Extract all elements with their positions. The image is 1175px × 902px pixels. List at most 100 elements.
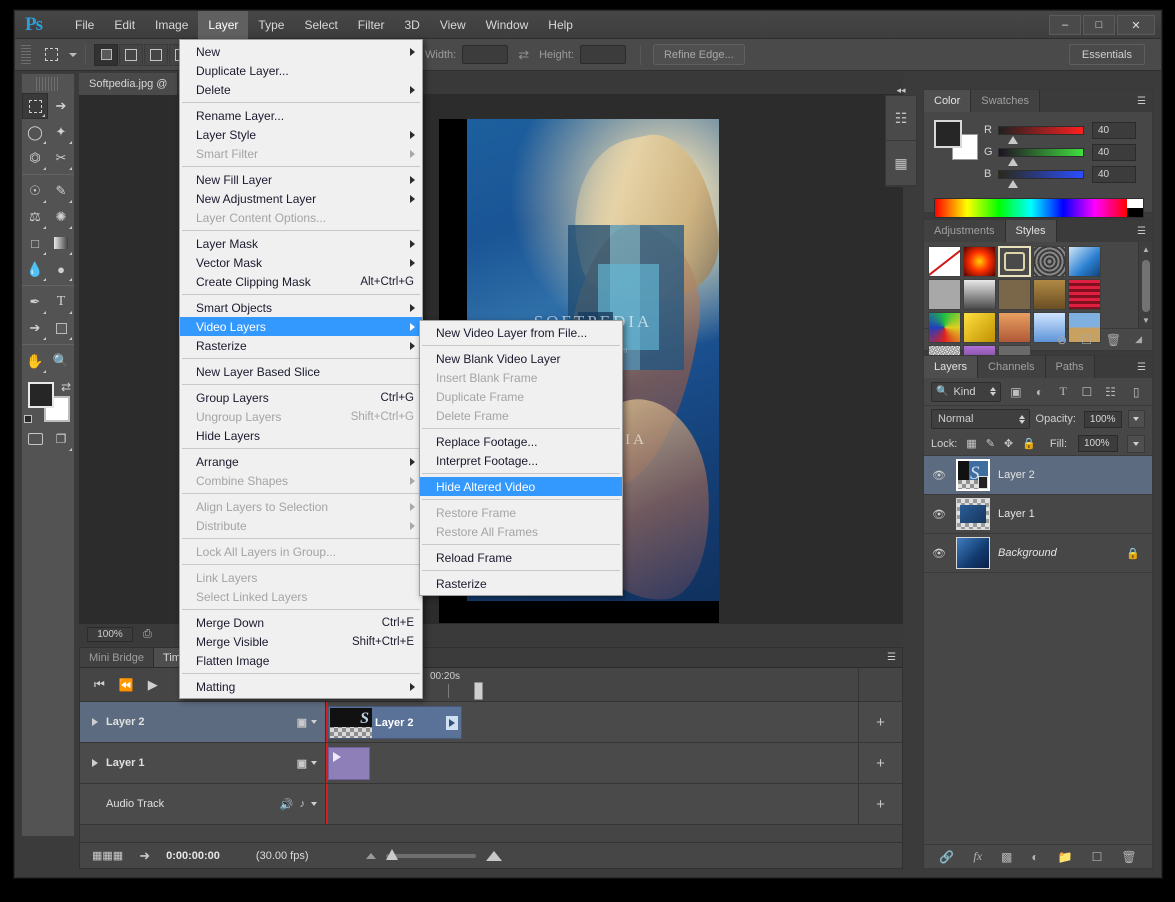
menu-window[interactable]: Window xyxy=(476,11,539,39)
menu-help[interactable]: Help xyxy=(538,11,583,39)
timeline-track[interactable] xyxy=(326,784,858,824)
layer-menu-item-rename-layer[interactable]: Rename Layer... xyxy=(180,106,422,125)
convert-to-frame-animation-icon[interactable]: ▦▦▦ xyxy=(92,849,123,862)
timeline-track[interactable]: S Layer 2 xyxy=(326,702,858,742)
styles-scrollbar[interactable]: ▲ ▼ xyxy=(1138,242,1152,328)
layer-name[interactable]: Layer 2 xyxy=(998,469,1035,481)
height-input[interactable] xyxy=(579,45,626,64)
menu-edit[interactable]: Edit xyxy=(104,11,145,39)
new-style-icon[interactable]: ☐ xyxy=(1081,333,1092,347)
menu-file[interactable]: File xyxy=(65,11,104,39)
timeline-zoom-slider[interactable] xyxy=(366,848,502,861)
zoom-tool[interactable]: 🔍 xyxy=(48,348,74,374)
tab-channels[interactable]: Channels xyxy=(978,356,1046,378)
timeline-row-layer-1[interactable]: Layer 1 ▣ + xyxy=(80,743,902,784)
menu-layer[interactable]: Layer xyxy=(198,11,249,39)
hand-tool[interactable]: ✋ xyxy=(22,348,48,374)
expand-track-chevron-icon[interactable] xyxy=(92,718,98,726)
style-swatch-none[interactable] xyxy=(928,246,961,277)
add-media-button[interactable]: + xyxy=(858,743,902,783)
adjustment-filter-icon[interactable]: ◐ xyxy=(1031,382,1049,402)
track-menu-chevron-down-icon[interactable] xyxy=(311,761,317,765)
opacity-input[interactable]: 100% xyxy=(1083,410,1122,428)
delete-layer-icon[interactable]: 🗑 xyxy=(1121,850,1136,864)
dodge-tool[interactable]: ● xyxy=(48,256,74,282)
layer-row-layer-1[interactable]: 👁 Layer 1 xyxy=(924,495,1152,534)
spot-healing-brush-tool[interactable]: ☉ xyxy=(22,178,48,204)
fill-input[interactable]: 100% xyxy=(1078,435,1118,452)
rectangular-marquee-tool-icon[interactable] xyxy=(39,44,63,66)
layer-menu-item-duplicate-layer[interactable]: Duplicate Layer... xyxy=(180,61,422,80)
lock-image-pixels-icon[interactable]: ✎ xyxy=(986,437,995,450)
blank-video-clip[interactable] xyxy=(328,747,370,780)
clear-style-icon[interactable]: ⊘ xyxy=(1057,333,1067,347)
history-panel-icon[interactable]: ☷ xyxy=(886,96,916,141)
document-info-icon[interactable]: ⎙ xyxy=(143,628,152,641)
previous-frame-icon[interactable]: ⏪ xyxy=(119,678,134,692)
style-swatch[interactable] xyxy=(998,279,1031,310)
layer-menu-item-rasterize[interactable]: Rasterize xyxy=(180,336,422,355)
edit-in-quick-mask-mode-icon[interactable] xyxy=(22,426,48,452)
delete-style-icon[interactable]: 🗑 xyxy=(1106,333,1121,347)
timeline-track-name[interactable]: Audio Track 🔊 ♪ xyxy=(80,784,326,824)
eyedropper-tool[interactable]: ✂ xyxy=(48,145,74,171)
move-tool[interactable]: ➔ xyxy=(48,93,74,119)
layer-thumbnail[interactable] xyxy=(956,537,990,569)
menu-image[interactable]: Image xyxy=(145,11,198,39)
menu-type[interactable]: Type xyxy=(248,11,294,39)
blue-value-input[interactable]: 40 xyxy=(1092,165,1136,183)
foreground-color-swatch[interactable] xyxy=(934,120,962,148)
path-selection-tool[interactable]: ➔ xyxy=(22,315,48,341)
play-icon[interactable]: ▶ xyxy=(148,677,158,693)
expand-track-chevron-icon[interactable] xyxy=(92,759,98,767)
zoom-in-timeline-icon[interactable] xyxy=(486,850,502,861)
pixel-filter-icon[interactable]: ▣ xyxy=(1007,382,1025,402)
tools-panel-grip[interactable] xyxy=(36,77,60,91)
layer-mask-icon[interactable]: ▩ xyxy=(1001,850,1012,864)
style-swatch[interactable] xyxy=(963,312,996,343)
lock-transparent-pixels-icon[interactable]: ▦ xyxy=(966,437,976,450)
timeline-track-name[interactable]: Layer 2 ▣ xyxy=(80,702,326,742)
style-swatch[interactable] xyxy=(1068,279,1101,310)
video-track-icon[interactable]: ▣ xyxy=(297,757,307,770)
layer-visibility-eye-icon[interactable]: 👁 xyxy=(930,547,948,560)
style-swatch[interactable] xyxy=(1033,279,1066,310)
video-submenu-item-replace-footage[interactable]: Replace Footage... xyxy=(420,432,622,451)
tool-preset-chevron-down-icon[interactable] xyxy=(69,52,77,57)
close-button[interactable]: ✕ xyxy=(1117,15,1155,35)
fill-chevron-down-icon[interactable] xyxy=(1127,434,1145,453)
style-swatch[interactable] xyxy=(963,279,996,310)
3d-panel-icon[interactable]: ▦ xyxy=(886,141,916,186)
lock-position-icon[interactable]: ✥ xyxy=(1004,437,1013,450)
new-selection-button[interactable] xyxy=(94,43,118,66)
add-media-button[interactable]: + xyxy=(858,702,902,742)
swap-colors-icon[interactable]: ⇄ xyxy=(61,380,71,394)
menu-view[interactable]: View xyxy=(430,11,476,39)
layer-name[interactable]: Layer 1 xyxy=(998,508,1035,520)
layer-name[interactable]: Background xyxy=(998,547,1057,559)
layer-menu-item-smart-objects[interactable]: Smart Objects xyxy=(180,298,422,317)
style-swatch[interactable] xyxy=(1033,246,1066,277)
blend-mode-select[interactable]: Normal xyxy=(931,409,1030,429)
tab-swatches[interactable]: Swatches xyxy=(971,90,1040,112)
color-panel-menu-icon[interactable]: ☰ xyxy=(1137,90,1152,112)
layer-menu-item-merge-down[interactable]: Merge Down Ctrl+E xyxy=(180,613,422,632)
history-brush-tool[interactable]: ✺ xyxy=(48,204,74,230)
layer-menu-item-video-layers[interactable]: Video Layers xyxy=(180,317,422,336)
layer-thumbnail[interactable] xyxy=(956,498,990,530)
style-swatch[interactable] xyxy=(998,312,1031,343)
style-swatch[interactable] xyxy=(963,246,996,277)
video-submenu-item-interpret-footage[interactable]: Interpret Footage... xyxy=(420,451,622,470)
layer-menu-item-layer-style[interactable]: Layer Style xyxy=(180,125,422,144)
default-colors-icon[interactable] xyxy=(24,414,35,425)
timeline-track-name[interactable]: Layer 1 ▣ xyxy=(80,743,326,783)
red-slider[interactable] xyxy=(998,125,1084,144)
layer-menu-item-hide-layers[interactable]: Hide Layers xyxy=(180,426,422,445)
clone-stamp-tool[interactable]: ⚖ xyxy=(22,204,48,230)
rectangular-marquee-tool[interactable] xyxy=(22,93,48,119)
video-submenu-item-hide-altered-video[interactable]: Hide Altered Video xyxy=(420,477,622,496)
tab-styles[interactable]: Styles xyxy=(1005,220,1057,242)
audio-track-icon[interactable]: ♪ xyxy=(300,798,306,810)
clip-options-arrow-icon[interactable] xyxy=(446,716,458,730)
layer-menu-item-layer-mask[interactable]: Layer Mask xyxy=(180,234,422,253)
